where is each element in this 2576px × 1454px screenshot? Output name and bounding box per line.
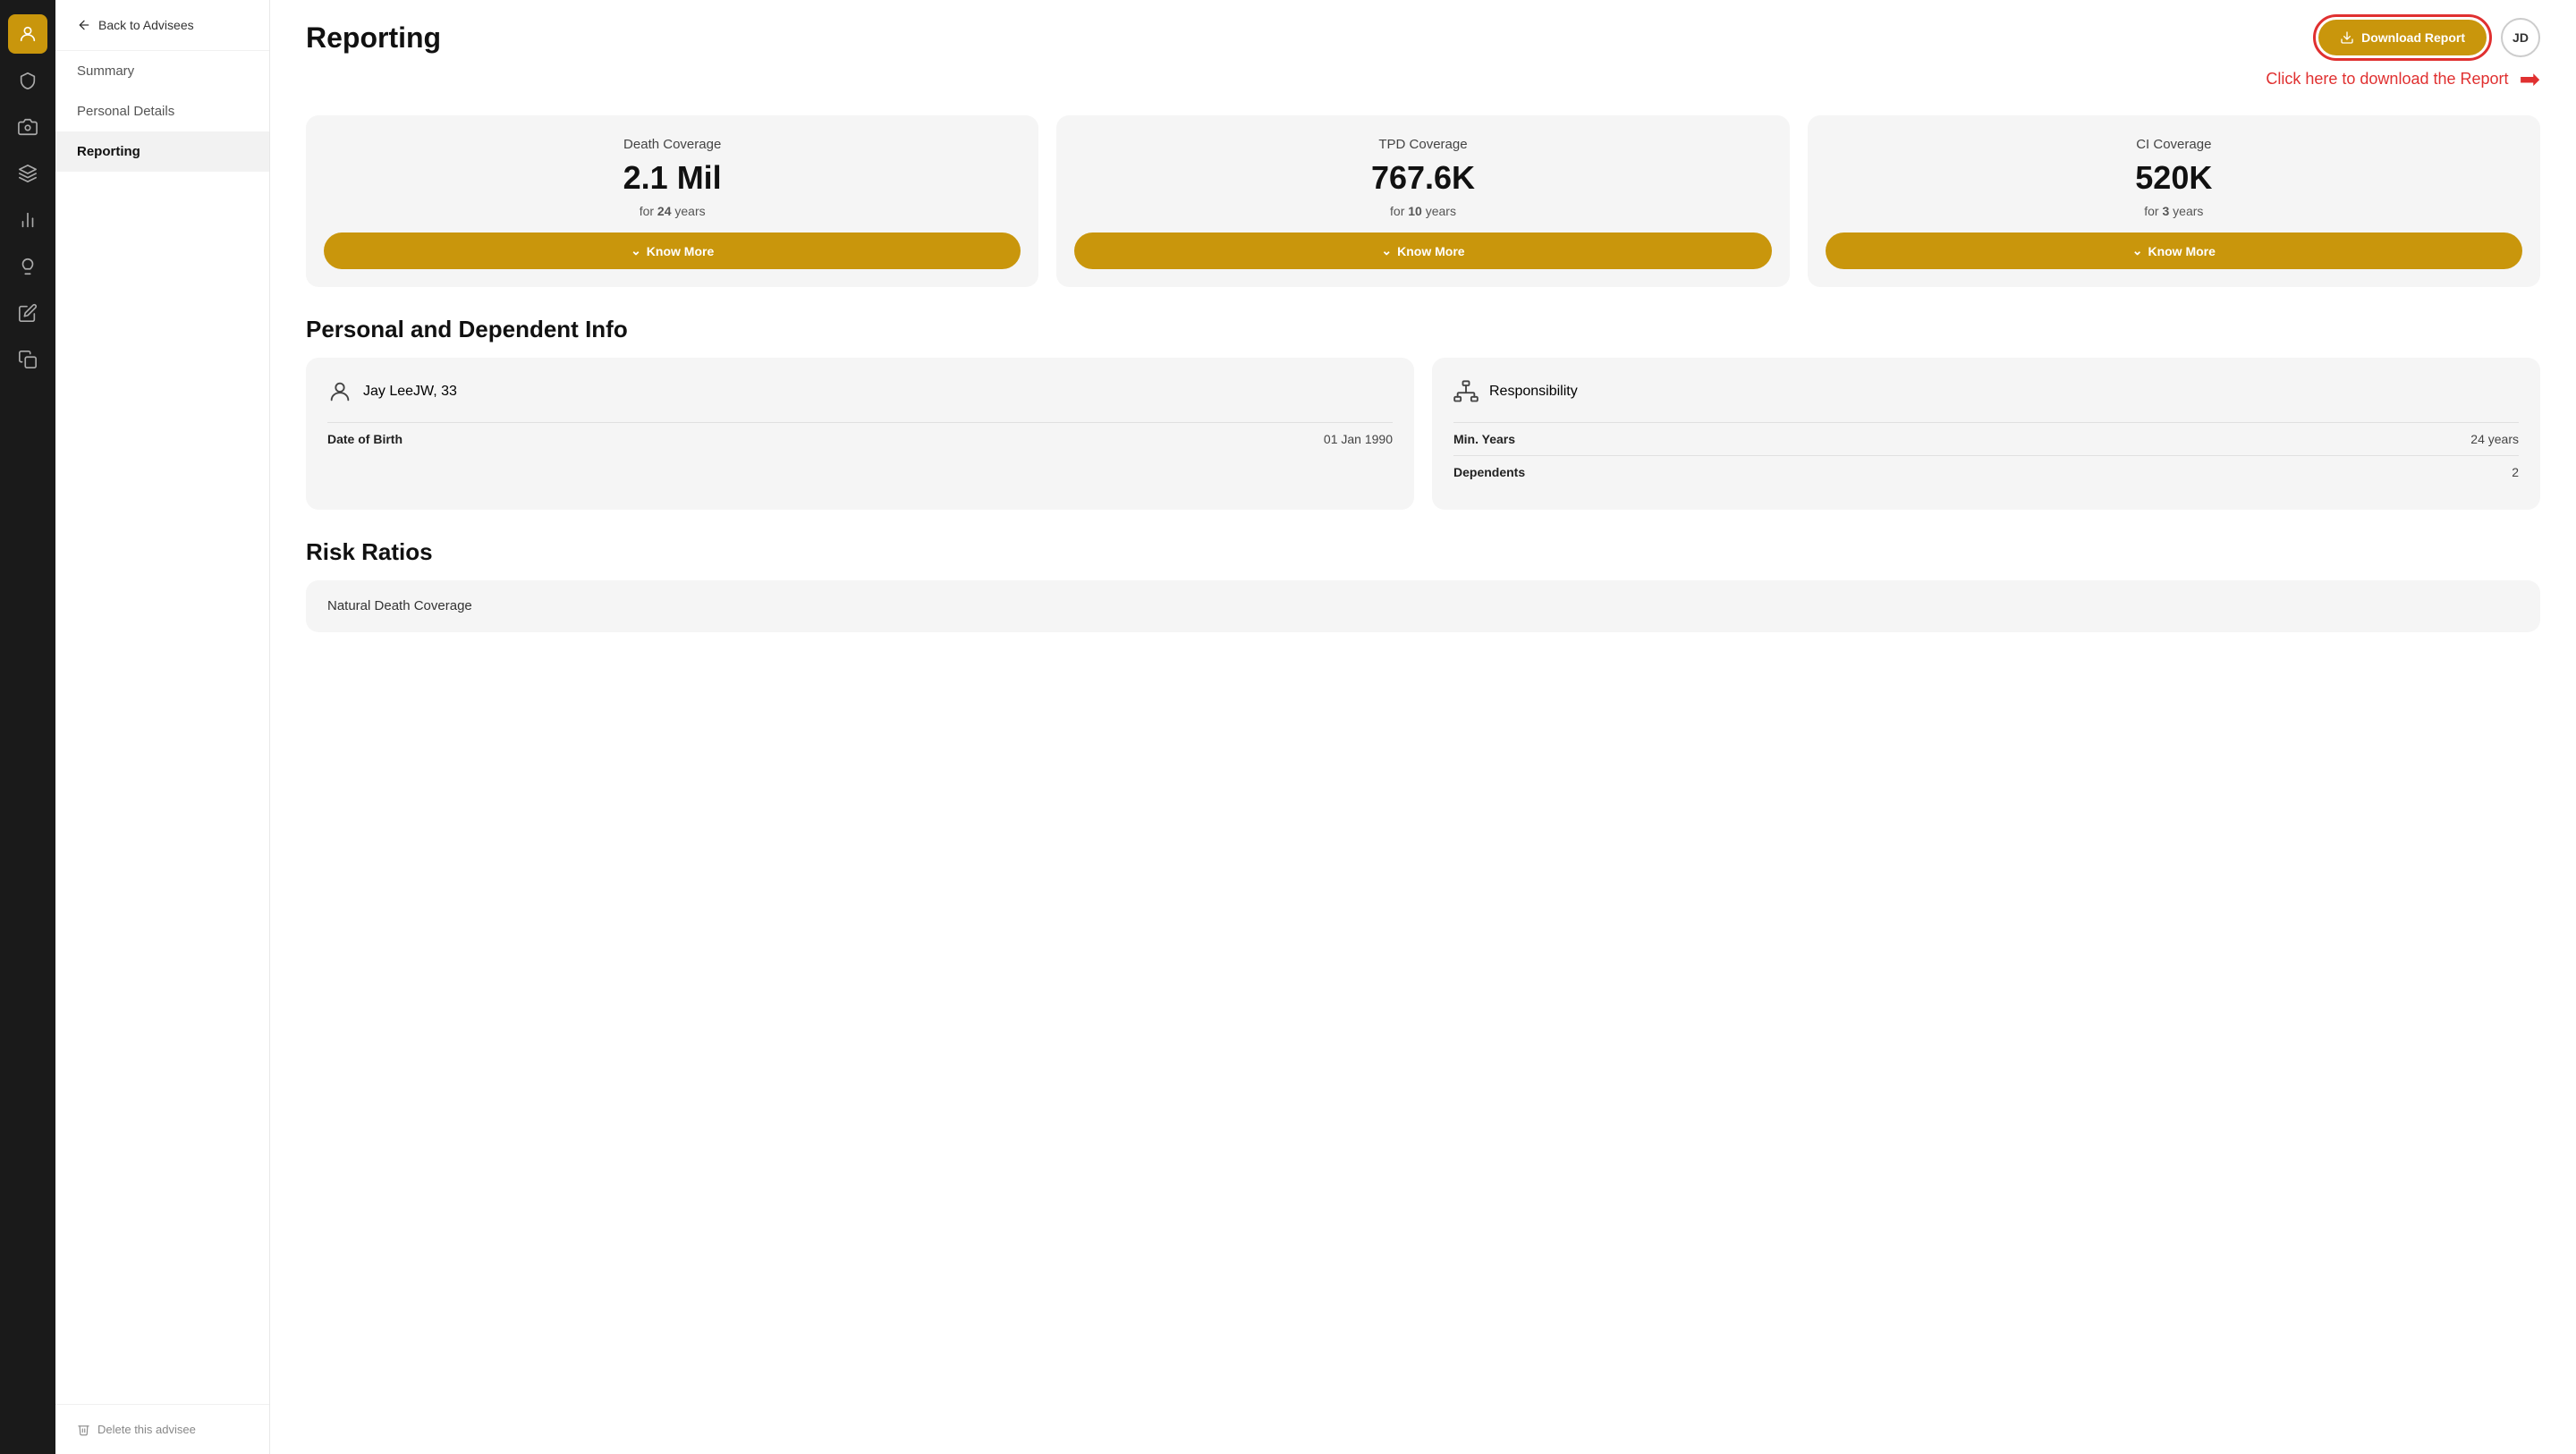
header-right: Download Report JD (2318, 18, 2540, 57)
download-report-button[interactable]: Download Report (2318, 20, 2487, 55)
dob-label: Date of Birth (327, 432, 402, 446)
sidebar-icon-person[interactable] (8, 14, 47, 54)
delete-advisee-link[interactable]: Delete this advisee (55, 1404, 269, 1454)
click-annotation: Click here to download the Report ➡ (270, 57, 2576, 101)
back-to-advisees-link[interactable]: Back to Advisees (55, 0, 269, 51)
dob-value: 01 Jan 1990 (1324, 432, 1393, 446)
person-card: Jay LeeJW, 33 Date of Birth 01 Jan 1990 (306, 358, 1414, 510)
nav-item-personal-details[interactable]: Personal Details (55, 91, 269, 131)
nav-item-summary[interactable]: Summary (55, 51, 269, 91)
page-title: Reporting (306, 21, 441, 55)
arrow-icon: ➡ (2520, 64, 2540, 94)
back-label: Back to Advisees (98, 18, 194, 32)
death-coverage-value: 2.1 Mil (623, 159, 722, 197)
responsibility-card-header: Responsibility (1453, 379, 2519, 404)
death-coverage-title: Death Coverage (623, 137, 721, 152)
person-name: Jay LeeJW, 33 (363, 384, 457, 400)
tpd-coverage-title: TPD Coverage (1378, 137, 1467, 152)
download-icon (2340, 30, 2354, 45)
ci-coverage-title: CI Coverage (2136, 137, 2211, 152)
coverage-section: Death Coverage 2.1 Mil for 24 years ⌄ Kn… (270, 101, 2576, 647)
min-years-value: 24 years (2470, 432, 2519, 446)
sidebar-icon-camera[interactable] (8, 107, 47, 147)
dependents-value: 2 (2512, 465, 2519, 479)
tpd-coverage-years: for 10 years (1390, 204, 1456, 218)
risk-ratios-heading: Risk Ratios (306, 538, 2540, 566)
personal-info-cards: Jay LeeJW, 33 Date of Birth 01 Jan 1990 (306, 358, 2540, 510)
avatar: JD (2501, 18, 2540, 57)
responsibility-card: Responsibility Min. Years 24 years Depen… (1432, 358, 2540, 510)
icon-sidebar (0, 0, 55, 1454)
min-years-label: Min. Years (1453, 432, 1515, 446)
tpd-coverage-value: 767.6K (1371, 159, 1475, 197)
ci-coverage-value: 520K (2135, 159, 2212, 197)
person-card-header: Jay LeeJW, 33 (327, 379, 1393, 404)
dependents-row: Dependents 2 (1453, 455, 2519, 488)
sidebar-icon-chart[interactable] (8, 200, 47, 240)
delete-label: Delete this advisee (97, 1423, 196, 1436)
coverage-cards: Death Coverage 2.1 Mil for 24 years ⌄ Kn… (306, 115, 2540, 287)
responsibility-title: Responsibility (1489, 384, 1578, 400)
sidebar-icon-copy[interactable] (8, 340, 47, 379)
sidebar-icon-layers[interactable] (8, 154, 47, 193)
ci-coverage-card: CI Coverage 520K for 3 years ⌄ Know More (1808, 115, 2540, 287)
nav-panel: Back to Advisees Summary Personal Detail… (55, 0, 270, 1454)
natural-death-label: Natural Death Coverage (327, 598, 472, 613)
personal-section-heading: Personal and Dependent Info (306, 316, 2540, 343)
sidebar-icon-lightbulb[interactable] (8, 247, 47, 286)
ci-know-more-button[interactable]: ⌄ Know More (1826, 232, 2522, 269)
dependents-label: Dependents (1453, 465, 1525, 479)
sidebar-icon-shield[interactable] (8, 61, 47, 100)
death-know-more-button[interactable]: ⌄ Know More (324, 232, 1021, 269)
min-years-row: Min. Years 24 years (1453, 422, 2519, 455)
death-coverage-card: Death Coverage 2.1 Mil for 24 years ⌄ Kn… (306, 115, 1038, 287)
sidebar-icon-edit[interactable] (8, 293, 47, 333)
header-bar: Reporting Download Report JD (270, 0, 2576, 57)
death-coverage-years: for 24 years (640, 204, 706, 218)
risk-card: Natural Death Coverage (306, 580, 2540, 632)
ci-coverage-years: for 3 years (2144, 204, 2203, 218)
tpd-coverage-card: TPD Coverage 767.6K for 10 years ⌄ Know … (1056, 115, 1789, 287)
main-content: Reporting Download Report JD Click here … (270, 0, 2576, 1454)
tpd-know-more-button[interactable]: ⌄ Know More (1074, 232, 1771, 269)
nav-item-reporting[interactable]: Reporting (55, 131, 269, 172)
person-icon (327, 379, 352, 404)
org-icon (1453, 379, 1479, 404)
annotation-text: Click here to download the Report (2266, 70, 2508, 89)
dob-row: Date of Birth 01 Jan 1990 (327, 422, 1393, 455)
